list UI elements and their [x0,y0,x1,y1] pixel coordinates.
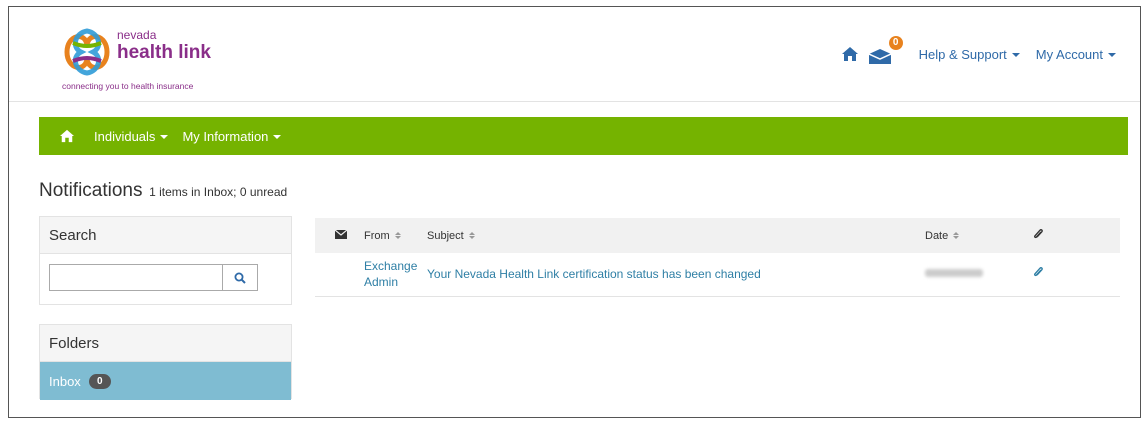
redacted-date [925,269,983,278]
nav-individuals-label: Individuals [94,128,156,144]
page-title-text: Notifications [39,180,143,201]
help-support-menu[interactable]: Help & Support [919,47,1020,62]
nav-my-information-menu[interactable]: My Information [182,128,282,144]
messages-table: From Subject Date Exchange Admin Your Ne… [315,218,1120,297]
inbox-count-badge: 0 [88,373,111,389]
folder-inbox[interactable]: Inbox 0 [40,362,291,400]
home-icon[interactable] [841,46,859,62]
header-from-label: From [364,229,390,242]
chevron-down-icon [1011,53,1020,58]
folders-panel: Folders Inbox 0 [39,324,292,400]
folder-inbox-label: Inbox [49,373,81,389]
folders-panel-heading: Folders [40,325,291,362]
my-account-label: My Account [1035,46,1103,62]
header-date[interactable]: Date [925,218,1033,253]
logo-tagline: connecting you to health insurance [62,81,194,91]
header-read-status [315,218,364,253]
cell-subject[interactable]: Your Nevada Health Link certification st… [427,253,925,296]
sender-line2: Admin [364,275,399,290]
sort-icon [953,232,960,240]
table-header-row: From Subject Date [315,218,1120,253]
messages-button[interactable]: 0 [868,36,903,64]
inbox-summary: 1 items in Inbox; 0 unread [149,185,288,199]
chevron-down-icon [1108,53,1116,58]
search-icon [234,272,246,284]
chevron-down-icon [160,135,169,140]
sender-line1: Exchange [364,259,418,274]
sort-icon [394,232,401,240]
main-nav-bar: Individuals My Information [39,117,1128,155]
message-subject-link[interactable]: Your Nevada Health Link certification st… [427,267,761,281]
chevron-down-icon [273,135,282,140]
search-button[interactable] [222,264,258,291]
mail-count-badge: 0 [888,36,903,50]
search-panel-heading: Search [40,217,291,254]
page-title: Notifications 1 items in Inbox; 0 unread [39,180,287,202]
paperclip-icon[interactable] [1033,266,1044,279]
home-icon[interactable] [59,129,75,143]
nevada-health-link-logo[interactable]: nevada health link connecting you to hea… [59,25,229,93]
cell-date [925,253,1033,296]
nav-my-information-label: My Information [182,128,269,144]
header-subject-label: Subject [427,229,464,242]
header-from[interactable]: From [364,218,427,253]
browser-frame: nevada health link connecting you to hea… [8,6,1141,418]
logo-text-health-link: health link [117,42,211,63]
cell-attachment[interactable] [1033,253,1120,296]
header-attachment [1033,218,1120,253]
header-subject[interactable]: Subject [427,218,925,253]
envelope-icon [334,229,348,239]
mail-icon [868,49,891,64]
cell-from[interactable]: Exchange Admin [364,253,427,296]
logo-text-nevada: nevada [117,28,157,42]
cell-read-status [315,253,364,296]
my-account-menu[interactable]: My Account [1036,47,1116,62]
sort-icon [468,232,475,240]
help-support-label: Help & Support [918,46,1007,62]
header-date-label: Date [925,229,949,242]
logo-knot-icon [64,28,110,76]
search-panel: Search [39,216,292,305]
search-input[interactable] [49,264,223,291]
paperclip-icon [1033,228,1043,238]
nav-individuals-menu[interactable]: Individuals [94,128,169,144]
table-row[interactable]: Exchange Admin Your Nevada Health Link c… [315,253,1120,296]
top-nav: 0 Help & Support My Account [841,36,1128,64]
site-header: nevada health link connecting you to hea… [9,7,1140,102]
